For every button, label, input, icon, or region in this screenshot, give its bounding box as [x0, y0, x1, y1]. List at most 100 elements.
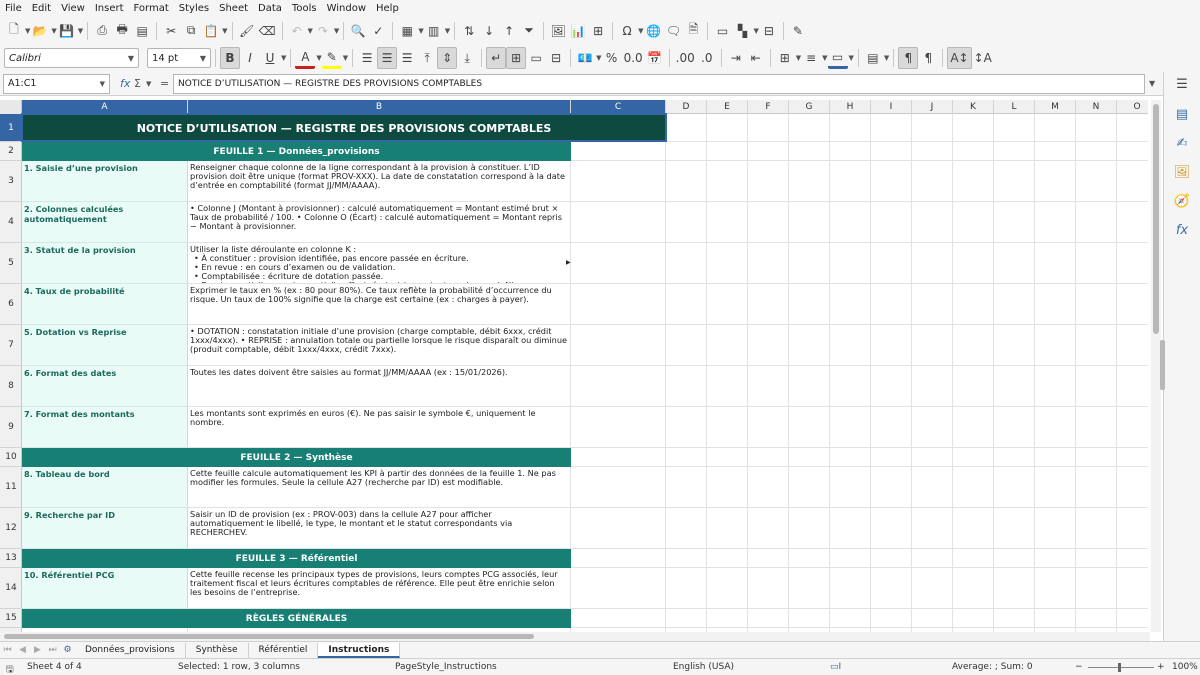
increase-indent-icon[interactable]: ⇥ [726, 47, 746, 69]
menu-file[interactable]: File [0, 3, 27, 14]
column-header-f[interactable]: F [748, 100, 789, 114]
text-direction-rtl-icon[interactable]: ¶ [918, 47, 938, 69]
menu-sheet[interactable]: Sheet [214, 3, 253, 14]
formula-input[interactable]: NOTICE D’UTILISATION — REGISTRE DES PROV… [173, 74, 1145, 94]
instruction-text[interactable]: Saisir un ID de provision (ex : PROV-003… [188, 508, 571, 549]
spreadsheet-grid[interactable]: ABCDEFGHIJKLMNO 1 2 3 4 5 6 7 8 9 10 11 12 13 14 15 NO… [0, 100, 1148, 632]
instruction-label[interactable]: 3. Statut de la provision [22, 243, 188, 284]
section-header-2[interactable]: FEUILLE 2 — Synthèse [22, 448, 571, 467]
show-draw-functions-icon[interactable]: ✎ [788, 20, 808, 42]
vertical-text-icon[interactable]: ↕A [972, 47, 994, 69]
instruction-text[interactable]: • DOTATION : constatation initiale d’une… [188, 325, 571, 366]
column-header-j[interactable]: J [912, 100, 953, 114]
percent-format-button[interactable]: % [602, 47, 622, 69]
styles-icon[interactable]: ✍ [1173, 135, 1191, 153]
function-wizard-icon[interactable]: fx [120, 77, 130, 90]
sort-descending-icon[interactable]: ↑ [499, 20, 519, 42]
formula-equals-icon[interactable]: = [160, 77, 169, 90]
special-character-icon[interactable]: Ω [617, 20, 637, 42]
print-preview-icon[interactable]: ▤ [132, 20, 152, 42]
page-style[interactable]: PageStyle_Instructions [395, 662, 497, 672]
borders-icon[interactable]: ⊞ [775, 47, 795, 69]
last-sheet-icon[interactable]: ⏭ [45, 645, 60, 655]
instruction-label[interactable]: 9. Recherche par ID [22, 508, 188, 549]
merge-cells-icon[interactable]: ▭ [526, 47, 546, 69]
pivot-table-icon[interactable]: ⊞ [588, 20, 608, 42]
highlight-color-icon[interactable]: ✎ [321, 47, 342, 69]
add-decimal-icon[interactable]: .00 [674, 47, 697, 69]
section-header-3[interactable]: FEUILLE 3 — Référentiel [22, 549, 571, 568]
sort-ascending-icon[interactable]: ↓ [479, 20, 499, 42]
first-sheet-icon[interactable]: ⏮ [0, 645, 15, 655]
align-bottom-icon[interactable]: ⤓ [457, 47, 477, 69]
text-orientation-icon[interactable]: A↕ [947, 47, 972, 69]
align-right-icon[interactable]: ☰ [397, 47, 417, 69]
row-header-8[interactable]: 8 [0, 366, 22, 407]
navigator-icon[interactable]: 🧭 [1173, 193, 1191, 211]
sheet-tab[interactable]: Données_provisions [75, 642, 186, 658]
redo-icon[interactable]: ↷ [313, 20, 333, 42]
next-sheet-icon[interactable]: ▶ [30, 645, 45, 655]
cell-area[interactable]: NOTICE D’UTILISATION — REGISTRE DES PROV… [21, 113, 1148, 632]
undo-icon[interactable]: ↶ [287, 20, 307, 42]
instruction-text[interactable]: Les montants sont exprimés en euros (€).… [188, 407, 571, 448]
properties-icon[interactable]: ▤ [1173, 106, 1191, 124]
currency-format-icon[interactable]: 💶 [575, 47, 595, 69]
column-icon[interactable]: ▥ [424, 20, 444, 42]
spelling-icon[interactable]: ✓ [368, 20, 388, 42]
column-header-b[interactable]: B [188, 100, 571, 114]
instruction-label[interactable]: 2. Colonnes calculées automatiquement [22, 202, 188, 243]
menu-window[interactable]: Window [322, 3, 371, 14]
italic-button[interactable]: I [240, 47, 260, 69]
underline-button[interactable]: U [260, 47, 280, 69]
horizontal-scrollbar[interactable] [0, 632, 1150, 641]
open-folder-icon[interactable]: 📂 [30, 20, 50, 42]
sheet-tab[interactable]: Synthèse [186, 642, 249, 658]
column-header-g[interactable]: G [789, 100, 830, 114]
zoom-in-button[interactable]: + [1157, 662, 1165, 672]
sheet-tab[interactable]: Référentiel [249, 642, 319, 658]
copy-icon[interactable]: ⧉ [181, 20, 201, 42]
instruction-label[interactable]: 4. Taux de probabilité [22, 284, 188, 325]
row-header-9[interactable]: 9 [0, 407, 22, 448]
row-header-7[interactable]: 7 [0, 325, 22, 366]
sidebar-menu-icon[interactable]: ☰ [1173, 76, 1191, 94]
selection-mode-icon[interactable]: ▭I [830, 662, 841, 672]
align-center-vertically-icon[interactable]: ⇕ [437, 47, 458, 69]
instruction-text[interactable]: Utiliser la liste déroulante en colonne … [188, 243, 571, 284]
freeze-rows-columns-icon[interactable]: ▚ [732, 20, 752, 42]
zoom-level[interactable]: 100% [1172, 662, 1198, 672]
text-direction-ltr-icon[interactable]: ¶ [898, 47, 919, 69]
row-header-4[interactable]: 4 [0, 202, 22, 243]
sidebar-collapse-handle[interactable] [1160, 340, 1165, 390]
align-left-icon[interactable]: ☰ [357, 47, 377, 69]
instruction-label[interactable]: 6. Format des dates [22, 366, 188, 407]
date-format-icon[interactable]: 📅 [645, 47, 665, 69]
column-header-m[interactable]: M [1035, 100, 1076, 114]
expand-formula-bar-icon[interactable]: ▼ [1149, 79, 1155, 88]
border-color-icon[interactable]: ▭ [827, 47, 848, 69]
row-header-1[interactable]: 1 [0, 114, 22, 142]
instruction-label[interactable]: 5. Dotation vs Reprise [22, 325, 188, 366]
number-format-icon[interactable]: 0.0 [622, 47, 645, 69]
row-header-14[interactable]: 14 [0, 568, 22, 609]
border-style-icon[interactable]: ≡ [801, 47, 821, 69]
column-header-o[interactable]: O [1117, 100, 1148, 114]
conditional-format-icon[interactable]: ▤ [863, 47, 883, 69]
bold-button[interactable]: B [220, 47, 240, 69]
sum-icon[interactable]: Σ [134, 77, 141, 90]
font-name-box[interactable]: Calibri ▼ [4, 48, 139, 68]
instruction-text[interactable]: Toutes les dates doivent être saisies au… [188, 366, 571, 407]
chevron-down-icon[interactable]: ▼ [146, 80, 151, 88]
insert-image-icon[interactable]: 🖼 [548, 20, 568, 42]
section-header-4[interactable]: RÈGLES GÉNÉRALES [22, 609, 571, 628]
gallery-icon[interactable]: 🖼 [1173, 164, 1191, 182]
sheet-title-cell[interactable]: NOTICE D’UTILISATION — REGISTRE DES PROV… [22, 114, 666, 142]
clear-formatting-icon[interactable]: ⌫ [257, 20, 278, 42]
row-header-6[interactable]: 6 [0, 284, 22, 325]
print-icon[interactable]: 🖶 [112, 20, 132, 42]
instruction-text[interactable]: Cette feuille recense les principaux typ… [188, 568, 571, 609]
menu-insert[interactable]: Insert [90, 3, 129, 14]
instruction-text[interactable]: Renseigner chaque colonne de la ligne co… [188, 161, 571, 202]
insert-chart-icon[interactable]: 📊 [568, 20, 588, 42]
